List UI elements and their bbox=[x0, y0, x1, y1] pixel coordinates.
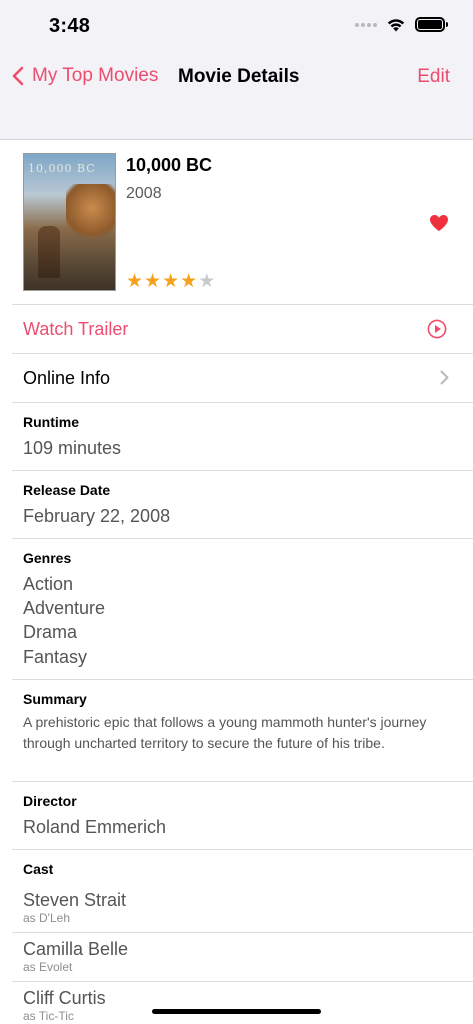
release-date-label: Release Date bbox=[23, 482, 111, 498]
summary-text: A prehistoric epic that follows a young … bbox=[23, 714, 427, 751]
divider bbox=[12, 679, 473, 680]
star-filled-icon[interactable]: ★ bbox=[162, 272, 179, 292]
cast-member-role: as D'Leh bbox=[23, 911, 70, 925]
cast-member-name: Cliff Curtis bbox=[23, 988, 106, 1008]
runtime-label: Runtime bbox=[23, 414, 79, 430]
genre-item: Adventure bbox=[23, 598, 106, 618]
wifi-icon bbox=[387, 19, 405, 32]
movie-title: 10,000 BC bbox=[126, 155, 213, 175]
release-date-value: February 22, 2008 bbox=[23, 506, 171, 526]
cast-member-name: Camilla Belle bbox=[23, 939, 129, 959]
cast-member-role: as Tic-Tic bbox=[23, 1009, 74, 1023]
divider bbox=[12, 538, 473, 539]
status-time: 3:48 bbox=[49, 15, 91, 37]
back-button-label: My Top Movies bbox=[32, 65, 159, 86]
director-label: Director bbox=[23, 793, 77, 809]
chevron-left-icon bbox=[12, 66, 24, 86]
cast-label: Cast bbox=[23, 861, 54, 877]
edit-button[interactable]: Edit bbox=[417, 66, 450, 88]
page-title: Movie Details bbox=[178, 66, 300, 87]
runtime-value: 109 minutes bbox=[23, 438, 122, 458]
genre-item: Action bbox=[23, 574, 74, 594]
director-value: Roland Emmerich bbox=[23, 817, 167, 837]
play-circle-icon bbox=[427, 319, 447, 339]
star-empty-icon[interactable]: ★ bbox=[198, 272, 215, 292]
cellular-signal-icon bbox=[355, 20, 377, 30]
online-info-label: Online Info bbox=[23, 368, 111, 388]
home-indicator[interactable] bbox=[152, 1009, 321, 1014]
poster-art-hunter bbox=[38, 226, 60, 278]
watch-trailer-label: Watch Trailer bbox=[23, 319, 129, 339]
cast-member-name: Steven Strait bbox=[23, 890, 127, 910]
divider bbox=[12, 781, 473, 782]
navigation-header: 3:48 My Top Movies Movie Details Edit bbox=[0, 0, 473, 140]
genres-label: Genres bbox=[23, 550, 72, 566]
back-button[interactable]: My Top Movies bbox=[12, 65, 158, 87]
watch-trailer-row[interactable]: Watch Trailer bbox=[0, 305, 473, 353]
nav-bar: My Top Movies Movie Details Edit bbox=[0, 58, 473, 98]
movie-poster: 10,000 BC bbox=[23, 153, 116, 291]
cast-member-role: as Evolet bbox=[23, 960, 73, 974]
genre-item: Drama bbox=[23, 622, 78, 642]
divider bbox=[12, 981, 473, 982]
star-filled-icon[interactable]: ★ bbox=[180, 272, 197, 292]
battery-icon bbox=[415, 17, 448, 32]
divider bbox=[12, 402, 473, 403]
divider bbox=[12, 849, 473, 850]
movie-header: 10,000 BC 10,000 BC 2008 ★ ★ ★ ★ ★ bbox=[0, 141, 473, 304]
star-filled-icon[interactable]: ★ bbox=[144, 272, 161, 292]
poster-art-tiger bbox=[66, 184, 115, 244]
divider bbox=[12, 932, 473, 933]
divider bbox=[12, 470, 473, 471]
star-filled-icon[interactable]: ★ bbox=[126, 272, 143, 292]
summary-label: Summary bbox=[23, 691, 87, 707]
poster-title-text: 10,000 BC bbox=[28, 162, 96, 175]
star-rating[interactable]: ★ ★ ★ ★ ★ bbox=[126, 272, 215, 292]
movie-year: 2008 bbox=[126, 185, 162, 202]
genre-item: Fantasy bbox=[23, 647, 88, 667]
favorite-heart-icon[interactable] bbox=[429, 214, 449, 232]
status-icons bbox=[355, 17, 448, 32]
chevron-right-icon bbox=[440, 370, 449, 385]
status-bar: 3:48 bbox=[0, 0, 473, 56]
online-info-row[interactable]: Online Info bbox=[0, 354, 473, 402]
